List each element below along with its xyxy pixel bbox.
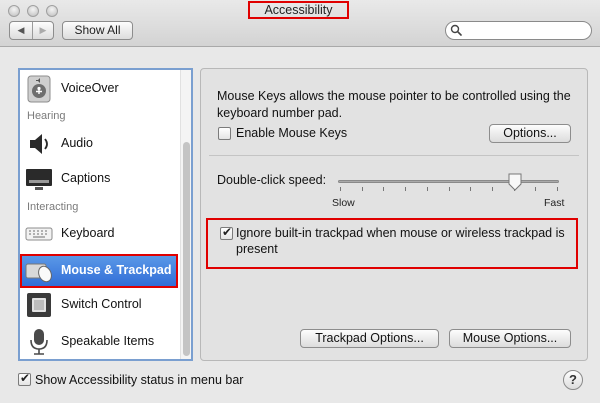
slider-max-label: Fast (544, 197, 565, 209)
slider-tick (405, 187, 407, 191)
window-title-highlight: Accessibility (248, 1, 349, 19)
accessibility-window: Accessibility ◀ ▶ Show All VoiceOver Hea… (0, 0, 600, 403)
enable-mouse-keys-label: Enable Mouse Keys (236, 126, 348, 140)
ignore-trackpad-label: Ignore built-in trackpad when mouse or w… (236, 226, 565, 256)
speaker-icon (30, 134, 48, 154)
sidebar-item-label: VoiceOver (61, 81, 119, 95)
switch-control-icon (27, 293, 51, 317)
voiceover-icon (27, 75, 51, 103)
slider-tick (470, 187, 472, 191)
slider-tick (535, 187, 537, 191)
close-window-button[interactable] (8, 5, 20, 17)
double-click-speed-slider-knob[interactable] (508, 173, 522, 191)
title-bar: Accessibility ◀ ▶ Show All (0, 0, 600, 47)
captions-icon (26, 169, 52, 190)
back-button[interactable]: ◀ (10, 22, 33, 39)
show-status-menu-bar-checkbox[interactable] (18, 371, 31, 386)
sidebar-scroll-thumb[interactable] (183, 142, 190, 356)
slider-tick (340, 187, 341, 191)
slider-tick (426, 187, 428, 191)
double-click-speed-label: Double-click speed: (217, 173, 327, 187)
enable-mouse-keys-checkbox[interactable] (218, 127, 231, 140)
zoom-window-button[interactable] (46, 5, 58, 17)
mouse-keys-options-button[interactable]: Options... (489, 124, 571, 143)
show-all-button[interactable]: Show All (62, 21, 133, 40)
sidebar-scrollbar[interactable] (180, 70, 191, 359)
forward-arrow-icon: ▶ (39, 25, 47, 35)
mouse-trackpad-pane: Mouse Keys allows the mouse pointer to b… (200, 68, 588, 361)
help-button[interactable]: ? (563, 370, 583, 390)
slider-tick (557, 187, 558, 191)
mouse-options-button[interactable]: Mouse Options... (449, 329, 571, 348)
sidebar-item-mouse-trackpad[interactable]: Mouse & Trackpad (20, 254, 178, 288)
sidebar-item-label: Switch Control (61, 297, 142, 311)
category-sidebar[interactable]: VoiceOver Hearing Audio Captions Interac… (18, 68, 193, 361)
slider-tick (383, 187, 385, 191)
sidebar-item-label: Keyboard (61, 226, 115, 240)
divider (209, 155, 579, 156)
keyboard-icon (25, 227, 53, 241)
slider-tick (448, 187, 450, 191)
sidebar-item-label: Captions (61, 171, 111, 185)
double-click-speed-track[interactable] (338, 180, 559, 183)
sidebar-item-switch-control[interactable]: Switch Control (20, 288, 178, 322)
sidebar-item-keyboard[interactable]: Keyboard (20, 217, 178, 251)
back-arrow-icon: ◀ (17, 25, 25, 35)
section-header-interacting: Interacting (27, 201, 79, 213)
mouse-keys-description: Mouse Keys allows the mouse pointer to b… (217, 89, 571, 120)
ignore-trackpad-highlight: Ignore built-in trackpad when mouse or w… (206, 218, 578, 269)
slider-min-label: Slow (332, 197, 355, 209)
ignore-trackpad-checkbox[interactable] (220, 225, 233, 240)
history-nav: ◀ ▶ (9, 21, 54, 40)
selected-item-highlight (20, 254, 178, 288)
forward-button[interactable]: ▶ (32, 22, 53, 39)
trackpad-options-button[interactable]: Trackpad Options... (300, 329, 439, 348)
microphone-icon (30, 329, 48, 355)
sidebar-item-voiceover[interactable]: VoiceOver (20, 72, 178, 106)
search-icon (450, 24, 462, 36)
sidebar-item-audio[interactable]: Audio (20, 127, 178, 161)
search-input[interactable] (445, 21, 592, 40)
minimize-window-button[interactable] (27, 5, 39, 17)
sidebar-item-label: Audio (61, 136, 93, 150)
sidebar-item-captions[interactable]: Captions (20, 162, 178, 196)
sidebar-item-label: Speakable Items (61, 334, 155, 348)
sidebar-item-speakable-items[interactable]: Speakable Items (20, 325, 178, 359)
window-title: Accessibility (264, 3, 333, 17)
section-header-hearing: Hearing (27, 110, 66, 122)
slider-tick (361, 187, 363, 191)
slider-tick (491, 187, 493, 191)
show-status-menu-bar-label: Show Accessibility status in menu bar (35, 373, 244, 387)
